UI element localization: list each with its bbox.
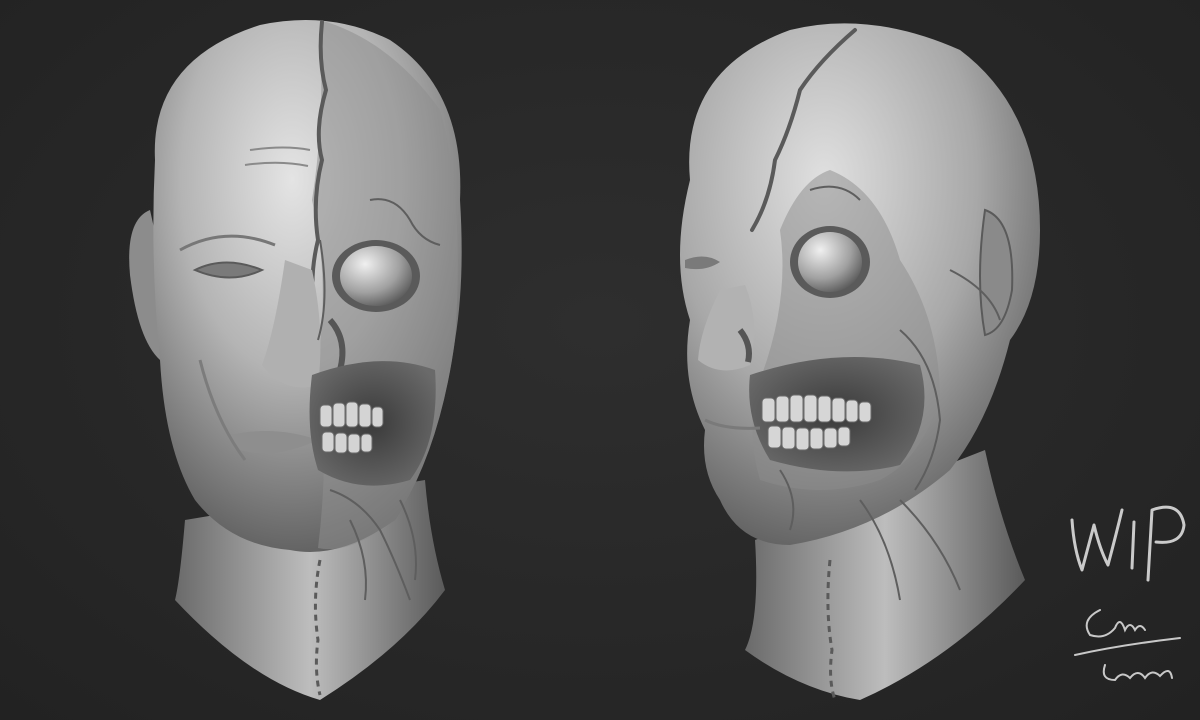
artist-signature [1060, 480, 1190, 690]
eyeball-three-quarter [798, 232, 862, 292]
head-three-quarter-view [680, 23, 1040, 701]
sculpt-render-canvas [0, 0, 1200, 720]
signature-drawing [1070, 505, 1186, 682]
eyeball-front [340, 246, 412, 306]
wip-handwriting [1070, 508, 1124, 572]
head-front-view [129, 20, 462, 700]
sculpt-renders [129, 20, 1040, 701]
artist-name-handwriting [1074, 609, 1181, 656]
